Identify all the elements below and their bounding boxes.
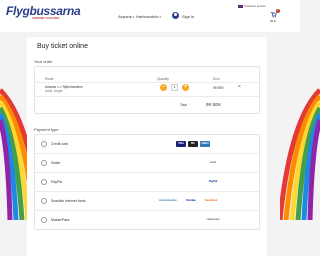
order-box: Route Quantity Sum Arlanda <-> Stjärnhow… bbox=[34, 66, 260, 114]
chevron-down-icon: ▾ bbox=[132, 15, 135, 19]
payment-option-label: Credit card bbox=[51, 142, 69, 146]
nav-item-info[interactable]: Info▾ bbox=[152, 14, 161, 19]
radio-button[interactable] bbox=[41, 198, 47, 204]
total-value: 99 SEK bbox=[206, 102, 222, 107]
checkout-panel: Buy ticket online Your order Route Quant… bbox=[27, 37, 267, 256]
remove-item-button[interactable]: × bbox=[238, 84, 241, 90]
chevron-down-icon: ▾ bbox=[159, 15, 162, 19]
cart-count-badge: 1 bbox=[276, 9, 280, 13]
user-icon[interactable] bbox=[172, 12, 179, 19]
divider bbox=[35, 96, 259, 97]
payment-section-label: Payment type bbox=[34, 127, 59, 132]
payment-option-label: MasterPass bbox=[51, 218, 70, 222]
payment-options-box: Credit card VISA MC AMEX Swish swish Pay… bbox=[34, 134, 260, 230]
payment-option-swish[interactable]: Swish swish bbox=[35, 154, 259, 173]
item-sum: 99 SEK bbox=[213, 86, 224, 90]
divider bbox=[35, 82, 259, 83]
quantity-column-header: Quantity bbox=[157, 77, 169, 81]
sign-in-link[interactable]: Sign in bbox=[182, 14, 194, 19]
masterpass-icon: masterpass bbox=[206, 218, 220, 221]
total-label: Total bbox=[180, 103, 187, 107]
swish-icon: swish bbox=[209, 161, 217, 164]
sum-column-header: Sum bbox=[213, 77, 220, 81]
increase-quantity-button[interactable]: + bbox=[182, 84, 189, 91]
payment-option-paypal[interactable]: PayPal PayPal bbox=[35, 173, 259, 192]
quantity-input[interactable]: 1 bbox=[171, 84, 178, 91]
nav-item-harbours[interactable]: Harbours bbox=[136, 14, 152, 19]
mastercard-icon: MC bbox=[188, 141, 198, 147]
visa-icon: VISA bbox=[176, 141, 186, 147]
radio-button[interactable] bbox=[41, 141, 47, 147]
ticket-route: Arlanda <-> Stjärnhoweine Adult, single bbox=[45, 85, 83, 93]
radio-button[interactable] bbox=[41, 179, 47, 185]
top-navigation-bar: Flygbussarna AIRPORT COACHES Airports▾ H… bbox=[0, 0, 300, 32]
order-section-label: Your order bbox=[34, 59, 53, 64]
payment-option-masterpass[interactable]: MasterPass masterpass bbox=[35, 211, 259, 230]
nav-item-airports-label: Airports bbox=[118, 14, 132, 19]
payment-option-label: Swedish internet bank bbox=[51, 199, 86, 203]
customer-service-label: Customer service bbox=[244, 4, 266, 8]
decrease-quantity-button[interactable]: − bbox=[160, 84, 167, 91]
amex-icon: AMEX bbox=[200, 141, 210, 147]
payment-option-internet-bank[interactable]: Swedish internet bank Handelsbanken Nord… bbox=[35, 192, 259, 211]
payment-option-label: PayPal bbox=[51, 180, 63, 184]
ticket-type: Adult, single bbox=[45, 89, 63, 93]
swedbank-icon: Swedbank bbox=[204, 199, 218, 202]
radio-button[interactable] bbox=[41, 160, 47, 166]
route-column-header: Route bbox=[45, 77, 54, 81]
handelsbanken-icon: Handelsbanken bbox=[158, 199, 178, 202]
nav-item-airports[interactable]: Airports▾ bbox=[118, 14, 134, 19]
payment-option-credit-card[interactable]: Credit card VISA MC AMEX bbox=[35, 135, 259, 154]
nordea-icon: Nordea bbox=[186, 199, 196, 202]
nav-item-info-label: Info bbox=[152, 14, 159, 19]
uk-flag-icon bbox=[238, 4, 243, 8]
payment-option-label: Swish bbox=[51, 161, 61, 165]
page-title: Buy ticket online bbox=[37, 43, 88, 50]
radio-button[interactable] bbox=[41, 217, 47, 223]
customer-service-link[interactable]: Customer service bbox=[238, 4, 266, 8]
rainbow-decoration-right bbox=[280, 88, 320, 220]
cart-total: 99 kr bbox=[270, 19, 277, 23]
paypal-icon: PayPal bbox=[208, 180, 218, 183]
brand-tagline: AIRPORT COACHES bbox=[32, 16, 60, 20]
